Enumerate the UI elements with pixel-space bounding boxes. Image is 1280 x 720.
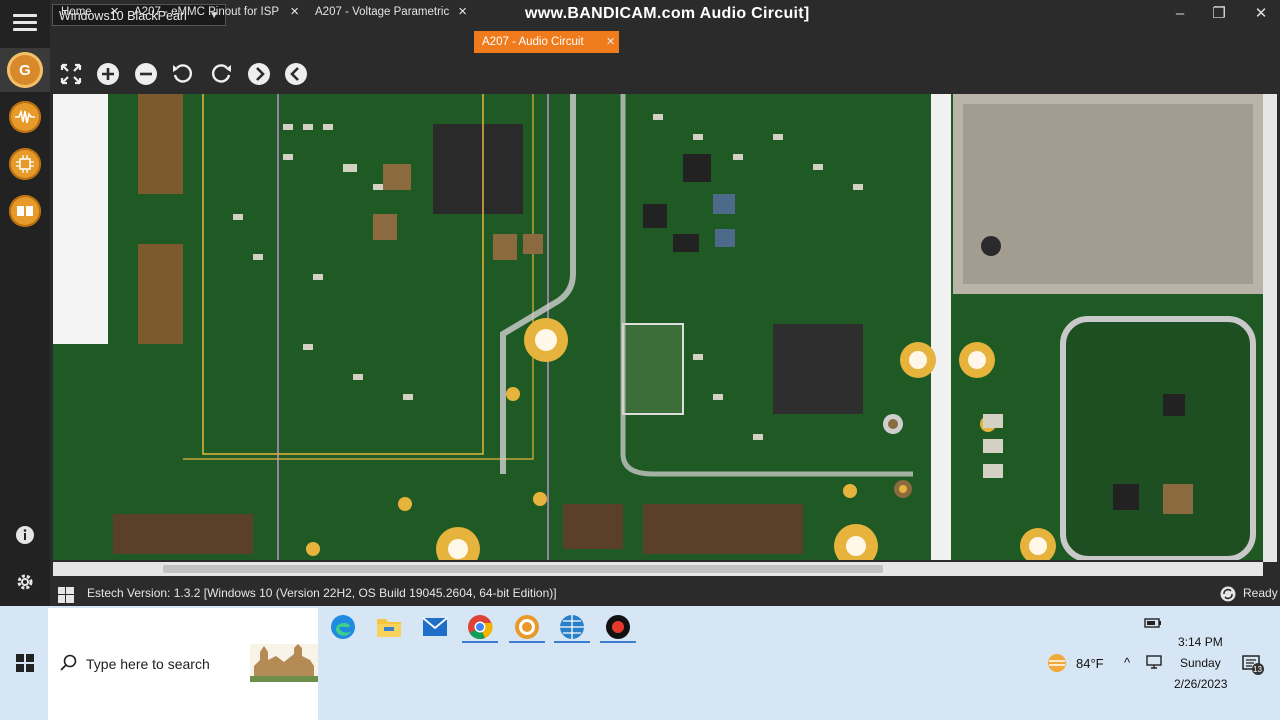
previous-icon[interactable]	[284, 62, 308, 86]
status-bar: Estech Version: 1.3.2 [Windows 10 (Versi…	[50, 580, 1280, 606]
tab-label: A207 - eMMC Pinout for ISP	[134, 6, 280, 18]
app-circle-icon[interactable]	[512, 612, 542, 642]
search-icon	[60, 654, 78, 672]
file-explorer-icon[interactable]	[374, 612, 404, 642]
chrome-icon[interactable]	[465, 612, 495, 642]
settings-icon[interactable]	[14, 571, 36, 593]
tab-close-icon[interactable]: ×	[458, 1, 467, 23]
monitor-icon[interactable]	[1146, 655, 1162, 669]
tab-emmc-pinout[interactable]: A207 - eMMC Pinout for ISP ×	[126, 1, 303, 23]
tab-label: Home	[61, 6, 92, 18]
notification-count: 13	[1253, 665, 1262, 674]
circuit-icon[interactable]	[9, 148, 41, 180]
info-icon[interactable]	[14, 524, 36, 546]
tab-close-icon[interactable]: ×	[290, 1, 299, 23]
logo-icon[interactable]: G	[7, 52, 43, 88]
clock-time: 3:14 PM	[1178, 635, 1223, 649]
hamburger-menu-icon[interactable]	[13, 10, 37, 34]
clock-date: 2/26/2023	[1174, 677, 1228, 691]
tab-label: A207 - Audio Circuit	[482, 36, 584, 48]
zoom-out-icon[interactable]	[134, 62, 158, 86]
running-indicator	[509, 641, 545, 643]
search-highlight-image	[250, 644, 318, 682]
clock-day: Sunday	[1180, 656, 1221, 670]
zoom-in-icon[interactable]	[96, 62, 120, 86]
tab-close-icon[interactable]: ×	[110, 1, 119, 23]
minimize-icon[interactable]: –	[1168, 4, 1192, 24]
status-state: Ready	[1243, 586, 1278, 600]
app-globe-icon[interactable]	[557, 612, 587, 642]
mail-icon[interactable]	[420, 612, 450, 642]
fit-screen-icon[interactable]	[59, 62, 83, 86]
running-indicator	[554, 641, 590, 643]
waveform-icon[interactable]	[9, 101, 41, 133]
next-icon[interactable]	[247, 62, 271, 86]
windows-logo-icon	[58, 586, 74, 603]
sidebar: G	[0, 0, 50, 606]
board-viewer[interactable]	[53, 94, 1263, 560]
record-icon[interactable]	[603, 612, 633, 642]
pcb-image	[53, 94, 1263, 560]
rotate-right-icon[interactable]	[209, 62, 233, 86]
sync-icon	[1220, 585, 1236, 602]
horizontal-scroll-thumb[interactable]	[163, 565, 883, 573]
tab-close-icon[interactable]: ×	[606, 31, 615, 53]
horizontal-scrollbar[interactable]	[53, 562, 1263, 576]
running-indicator	[462, 641, 498, 643]
start-icon[interactable]	[16, 654, 34, 672]
app-window: G Windows10 BlackPearl ▼ www.BANDICAM.co…	[0, 0, 1280, 606]
window-title: www.BANDICAM.com Audio Circuit]	[525, 5, 810, 22]
tab-home[interactable]: Home ×	[53, 1, 123, 23]
rotate-left-icon[interactable]	[171, 62, 195, 86]
weather-temp: 84°F	[1076, 656, 1104, 671]
parts-icon[interactable]	[9, 195, 41, 227]
search-placeholder: Type here to search	[86, 656, 210, 672]
close-icon[interactable]: ✕	[1249, 4, 1273, 24]
version-text: Estech Version: 1.3.2 [Windows 10 (Versi…	[87, 586, 557, 600]
tab-voltage-parametric[interactable]: A207 - Voltage Parametric ×	[307, 1, 471, 23]
weather-icon[interactable]	[1046, 652, 1068, 674]
tab-audio-circuit[interactable]: A207 - Audio Circuit ×	[474, 31, 619, 53]
tray-chevron-up-icon[interactable]: ^	[1124, 655, 1130, 670]
running-indicator	[600, 641, 636, 643]
edge-icon[interactable]	[328, 612, 358, 642]
vertical-scrollbar[interactable]	[1263, 94, 1277, 562]
maximize-icon[interactable]: ❐	[1207, 4, 1231, 24]
network-icon[interactable]	[1144, 616, 1162, 630]
tab-label: A207 - Voltage Parametric	[315, 6, 450, 18]
